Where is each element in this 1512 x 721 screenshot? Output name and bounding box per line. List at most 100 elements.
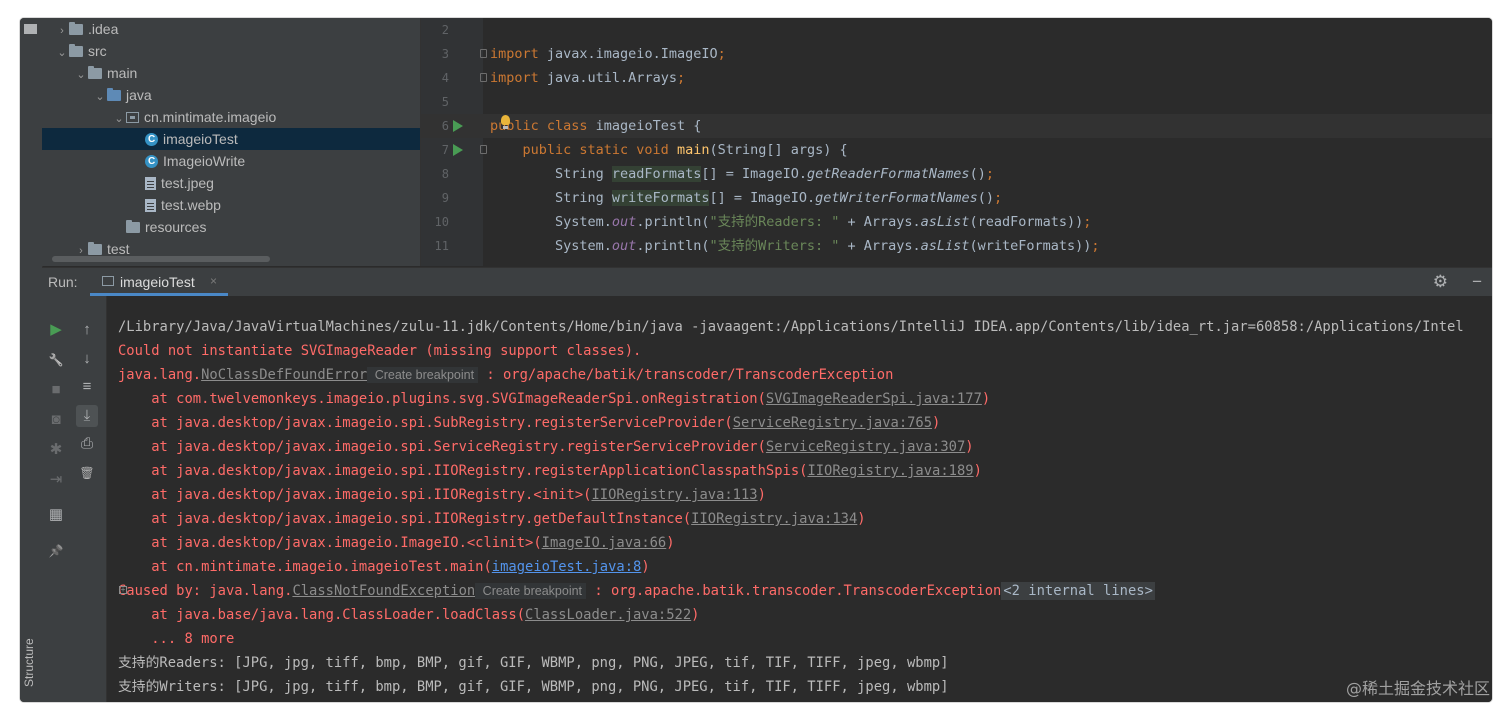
line-number: 9 [441,191,449,205]
run-gutter-icon[interactable] [453,120,463,132]
tree-item[interactable]: test.jpeg [42,172,214,194]
run-tab-imageiotest[interactable]: imageioTest × [90,268,228,296]
source-link[interactable]: IIORegistry.java:134 [691,511,857,527]
line-number: 4 [441,71,449,85]
folder-icon [69,22,83,35]
console-text: at com.twelvemonkeys.imageio.plugins.svg… [118,391,766,407]
java-class-icon [145,129,158,151]
code-line[interactable]: 10 System.out.println("支持的Readers: " + A… [421,210,1492,234]
console-text: 支持的Readers: [JPG, jpg, tiff, bmp, BMP, g… [118,655,949,671]
project-horizontal-scrollbar[interactable] [52,256,270,262]
tree-item[interactable]: ⌄ java [42,84,152,108]
console-text: ) [981,391,991,407]
console-text: at java.desktop/javax.imageio.spi.IIOReg… [118,511,692,527]
console-line: at java.desktop/javax.imageio.spi.IIOReg… [118,507,866,531]
console-line: 支持的Readers: [JPG, jpg, tiff, bmp, BMP, g… [118,651,949,675]
code-line[interactable]: 11 System.out.println("支持的Writers: " + A… [421,234,1492,258]
code-text: import java.util.Arrays; [490,70,686,86]
chevron-down-icon[interactable]: ⌄ [112,108,126,130]
code-text: System.out.println("支持的Writers: " + Arra… [490,238,1100,254]
console-line: at java.desktop/javax.imageio.spi.SubReg… [118,411,940,435]
internal-lines-fold[interactable]: <2 internal lines> [1001,582,1155,600]
fold-marker-icon[interactable] [480,145,487,154]
expand-icon[interactable]: + [119,586,127,594]
stop-icon[interactable]: ■ [45,379,67,401]
tree-item-label: ImageioWrite [163,153,246,169]
chevron-down-icon[interactable]: ⌄ [74,64,88,86]
pin-icon[interactable]: 📌 [45,540,67,562]
scroll-to-end-icon[interactable]: ⤓ [76,404,98,427]
folder-icon [69,44,83,57]
code-line[interactable]: 9 String writeFormats[] = ImageIO.getWri… [421,186,1492,210]
source-link[interactable]: ClassLoader.java:522 [525,607,691,623]
source-link[interactable]: ClassNotFoundException [292,583,475,599]
tree-item[interactable]: ⌄ main [42,62,137,84]
tree-item[interactable]: ⌄ src [42,40,106,64]
source-link[interactable]: SVGImageReaderSpi.java:177 [766,391,982,407]
code-line[interactable]: 6 public class imageioTest { [421,114,1492,138]
gear-icon[interactable]: ⚙ [1433,272,1448,292]
console-line: at java.desktop/javax.imageio.spi.Servic… [118,435,974,459]
line-number: 7 [441,143,449,157]
image-file-icon [145,177,156,190]
console-text: at cn.mintimate.imageio.imageioTest.main… [118,559,492,575]
chevron-down-icon[interactable]: ⌄ [55,42,69,64]
tree-item[interactable]: test.webp [42,194,221,216]
layout-icon[interactable]: ▦ [45,504,67,526]
console-text: ) [965,439,974,455]
code-text: public class imageioTest { [490,118,702,134]
tree-item[interactable]: › .idea [42,18,118,40]
lightbulb-icon[interactable] [501,115,510,129]
code-editor[interactable]: 2 3 import javax.imageio.ImageIO; 4 import j… [420,18,1492,266]
structure-tool-tab[interactable]: Structure [22,633,40,693]
console-text: at java.desktop/javax.imageio.spi.IIOReg… [118,463,808,479]
console-text: /Library/Java/JavaVirtualMachines/zulu-1… [118,319,1464,335]
chevron-down-icon[interactable]: ⌄ [93,86,107,108]
console-output[interactable]: /Library/Java/JavaVirtualMachines/zulu-1… [107,296,1492,702]
source-link[interactable]: ServiceRegistry.java:307 [766,439,965,455]
soft-wrap-icon[interactable]: ≡ [76,376,98,398]
fold-marker-icon[interactable] [480,49,487,58]
down-arrow-icon[interactable]: ↓ [76,348,98,370]
source-link[interactable]: IIORegistry.java:189 [807,463,973,479]
hide-panel-icon[interactable]: − [1472,272,1482,292]
tree-item-label: java [126,87,152,103]
run-toolbar: ▶ 🔧 ■ ◙ ✱ ⇥ ▦ 📌 ↑ ↓ ≡ ⤓ ⎙ 🗑 [42,296,107,702]
tree-item[interactable]: ⌄ cn.mintimate.imageio [42,106,276,128]
run-gutter-icon[interactable] [453,144,463,156]
left-tool-strip: Structure [20,18,43,702]
fold-marker-icon[interactable] [480,73,487,82]
tree-item[interactable]: resources [42,216,206,238]
code-line[interactable]: 5 [421,90,1492,114]
up-arrow-icon[interactable]: ↑ [76,319,98,341]
image-file-icon [145,199,156,212]
source-link[interactable]: IIORegistry.java:113 [591,487,757,503]
chevron-right-icon[interactable]: › [55,20,69,42]
code-line[interactable]: 2 [421,18,1492,42]
project-tool-icon[interactable] [24,24,37,34]
code-line[interactable]: 8 String readFormats[] = ImageIO.getRead… [421,162,1492,186]
print-icon[interactable]: ⎙ [76,433,98,455]
create-breakpoint-hint[interactable]: Create breakpoint [367,367,479,383]
console-line: at java.desktop/javax.imageio.spi.IIOReg… [118,459,982,483]
create-breakpoint-hint[interactable]: Create breakpoint [475,583,587,599]
source-link[interactable]: NoClassDefFoundError [201,367,367,383]
exit-icon[interactable]: ⇥ [45,469,67,491]
source-link[interactable]: imageioTest.java:8 [492,559,642,575]
code-line[interactable]: 3 import javax.imageio.ImageIO; [421,42,1492,66]
source-link[interactable]: ServiceRegistry.java:765 [733,415,932,431]
tree-item-label: resources [145,219,207,235]
console-text: ) [857,511,866,527]
trash-icon[interactable]: 🗑 [76,462,98,484]
code-text: public static void main(String[] args) { [522,142,848,158]
source-link[interactable]: ImageIO.java:66 [542,535,667,551]
package-icon [126,112,139,123]
rerun-icon[interactable]: ▶ [45,319,67,341]
tree-item[interactable]: ImageioWrite [42,150,246,173]
wrench-icon[interactable]: 🔧 [45,349,67,371]
code-line[interactable]: 4 import java.util.Arrays; [421,66,1492,90]
camera-icon[interactable]: ◙ [45,409,67,431]
close-icon[interactable]: × [210,274,217,288]
code-line[interactable]: 7 public static void main(String[] args)… [421,138,1492,162]
bug-icon[interactable]: ✱ [45,439,67,461]
